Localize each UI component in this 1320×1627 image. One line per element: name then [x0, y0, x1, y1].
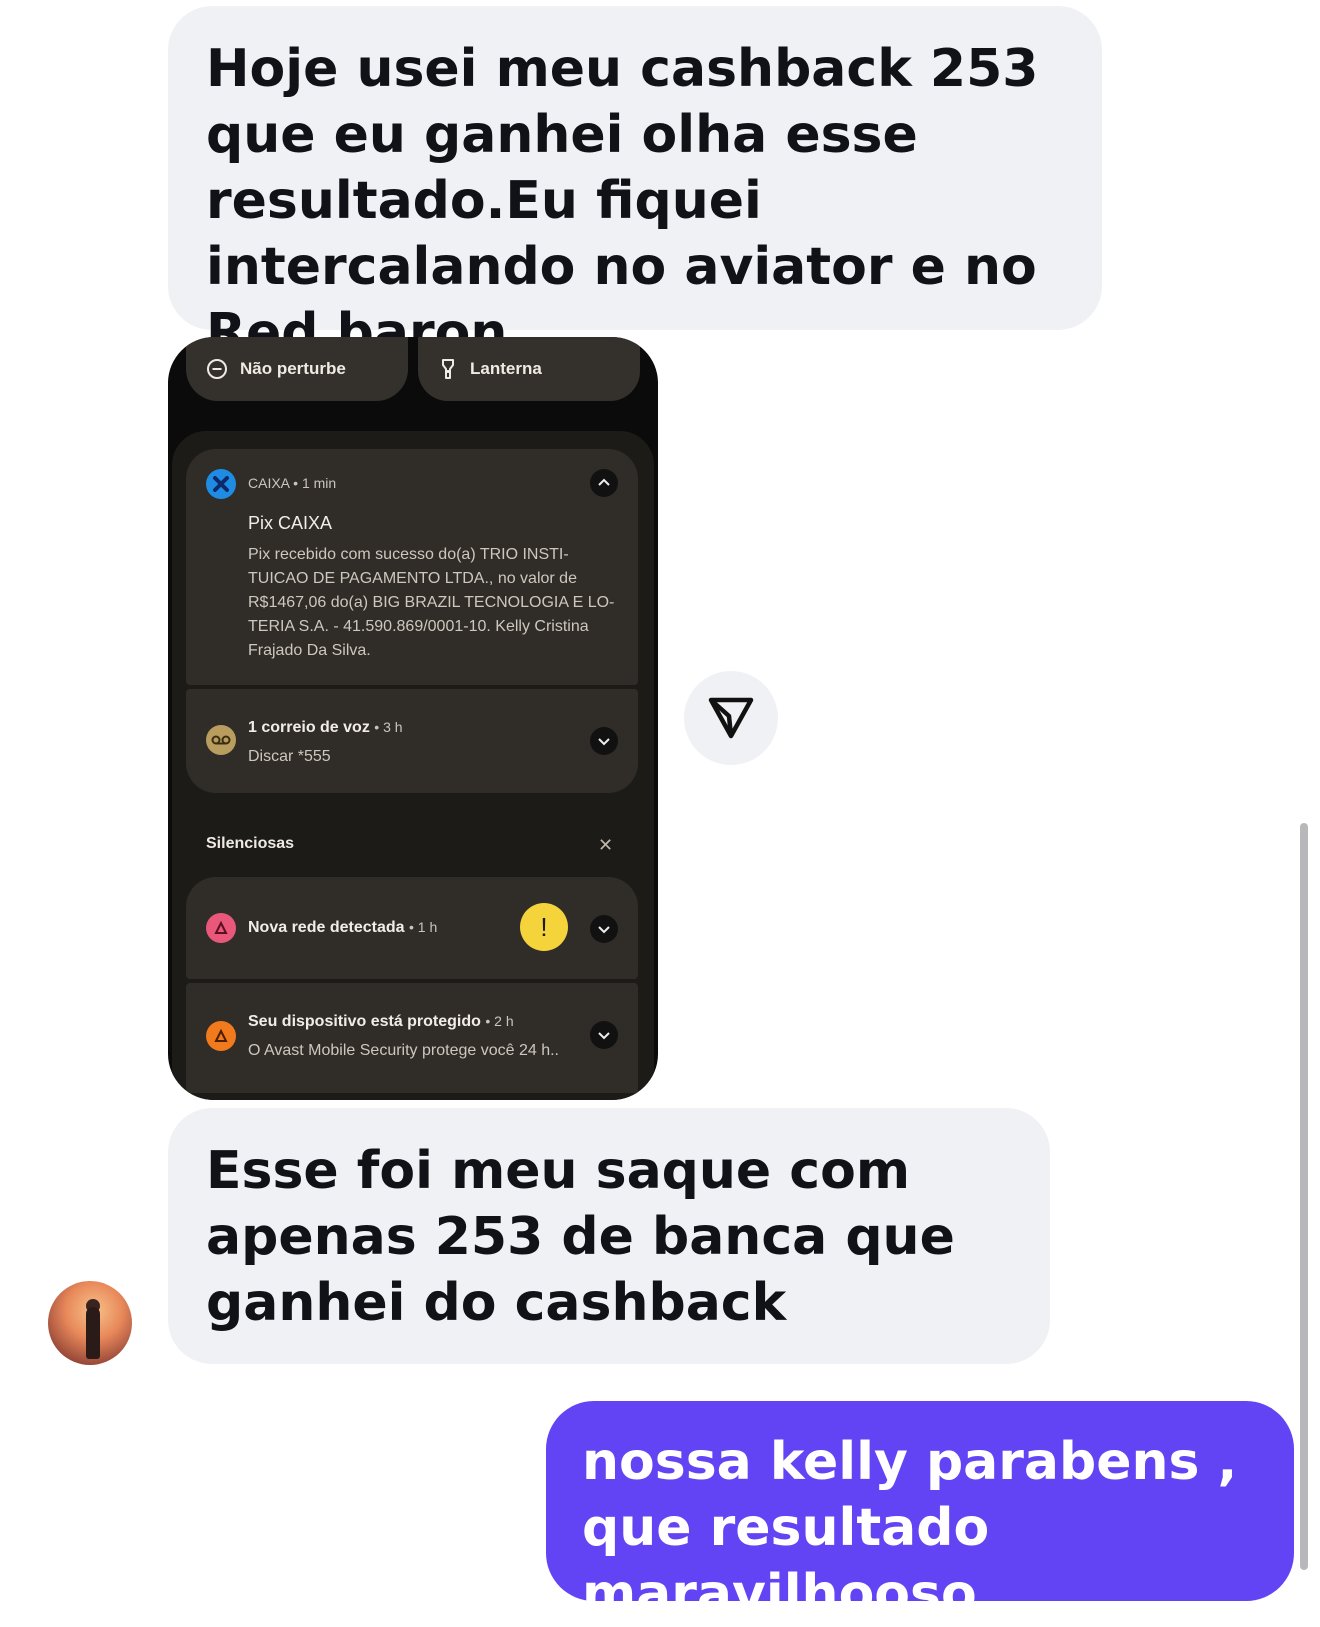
- quick-setting-flashlight: Lanterna: [418, 337, 640, 401]
- chevron-down-icon: [590, 1021, 618, 1049]
- outgoing-message-bubble[interactable]: nossa kelly parabens , que resultado mar…: [546, 1401, 1294, 1624]
- notification-title: Nova rede detectada: [248, 919, 405, 936]
- quick-setting-do-not-disturb: Não perturbe: [186, 337, 408, 401]
- notification-time: 1 min: [301, 475, 337, 491]
- chevron-down-icon: [590, 727, 618, 755]
- notification-screenshot-image[interactable]: Não perturbe Lanterna CAIXA • 1 min Pix …: [168, 337, 658, 1100]
- share-button[interactable]: [684, 671, 778, 765]
- message-text: Hoje usei meu cashback 253 que eu ganhei…: [206, 39, 1039, 363]
- notification-body: Discar *555: [248, 748, 331, 765]
- network-alert-icon: [206, 913, 236, 943]
- body-line: Pix recebido com sucesso do(a) TRIO INST…: [248, 546, 569, 563]
- caixa-icon: [206, 469, 236, 499]
- notification-title: 1 correio de voz: [248, 719, 370, 736]
- notification-body: O Avast Mobile Security protege você 24 …: [248, 1042, 559, 1059]
- warning-badge: !: [520, 903, 568, 951]
- minus-circle-icon: [207, 359, 227, 379]
- send-triangle-icon: [708, 697, 754, 739]
- notification-card-voicemail: 1 correio de voz • 3 h Discar *555: [186, 689, 638, 793]
- incoming-message-bubble[interactable]: Esse foi meu saque com apenas 253 de ban…: [168, 1108, 1050, 1364]
- body-line: TUICAO DE PAGAMENTO LTDA., no valor de: [248, 570, 577, 587]
- notification-card-pix: CAIXA • 1 min Pix CAIXA Pix recebido com…: [186, 449, 638, 685]
- notification-title: Seu dispositivo está protegido: [248, 1013, 481, 1030]
- body-line: R$1467,06 do(a) BIG BRAZIL TECNOLOGIA E …: [248, 594, 615, 611]
- avast-icon: [206, 1021, 236, 1051]
- flashlight-icon: [442, 359, 454, 379]
- chevron-down-icon: [590, 915, 618, 943]
- notification-body: Pix recebido com sucesso do(a) TRIO INST…: [248, 543, 628, 663]
- notification-card-network: Nova rede detectada • 1 h: [186, 877, 638, 979]
- close-icon: ✕: [598, 835, 614, 855]
- notification-card-avast: Seu dispositivo está protegido • 2 h O A…: [186, 983, 638, 1093]
- notification-time: 1 h: [417, 919, 438, 935]
- incoming-message-bubble[interactable]: Hoje usei meu cashback 253 que eu ganhei…: [168, 6, 1102, 363]
- message-text: Esse foi meu saque com apenas 253 de ban…: [206, 1141, 955, 1333]
- scrollbar[interactable]: [1300, 823, 1308, 1570]
- voicemail-icon: [206, 725, 236, 755]
- quick-setting-label: Lanterna: [470, 359, 542, 378]
- app-name: CAIXA: [248, 475, 290, 491]
- notification-title: Pix CAIXA: [248, 513, 333, 533]
- silent-section-label: Silenciosas: [206, 835, 295, 852]
- body-line: Frajado Da Silva.: [248, 642, 371, 659]
- body-line: TERIA S.A. - 41.590.869/0001-10. Kelly C…: [248, 618, 589, 635]
- notification-time: 2 h: [494, 1013, 514, 1029]
- avatar[interactable]: [48, 1281, 132, 1365]
- chevron-up-icon: [590, 469, 618, 497]
- quick-setting-label: Não perturbe: [240, 359, 346, 378]
- notification-time: 3 h: [383, 719, 403, 735]
- message-text: nossa kelly parabens , que resultado mar…: [582, 1432, 1238, 1624]
